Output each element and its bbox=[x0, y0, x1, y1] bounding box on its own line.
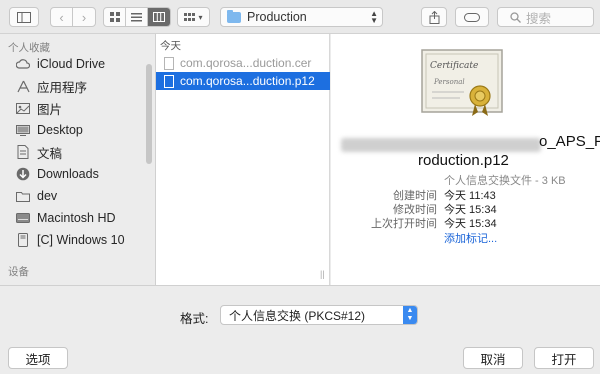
certificate-subtitle-text: Personal bbox=[433, 78, 465, 86]
options-button[interactable]: 选项 bbox=[8, 347, 68, 369]
column-resize-handle[interactable]: || bbox=[320, 269, 325, 279]
downloads-icon bbox=[16, 167, 30, 181]
pictures-icon bbox=[16, 101, 30, 115]
file-name: com.qorosa...duction.p12 bbox=[180, 74, 315, 88]
sidebar-item-dev[interactable]: dev bbox=[0, 185, 155, 207]
sidebar-item-label: iCloud Drive bbox=[37, 57, 106, 71]
desktop-icon bbox=[16, 123, 30, 137]
column-header-today: 今天 bbox=[160, 40, 181, 52]
view-mode-segment bbox=[103, 7, 171, 27]
hard-drive-icon bbox=[16, 211, 30, 225]
redacted-filename bbox=[341, 138, 541, 152]
sidebar-icon bbox=[17, 11, 31, 23]
file-kind: 个人信息交换文件 - 3 KB bbox=[444, 175, 566, 187]
applications-icon bbox=[16, 79, 30, 93]
arrange-icon bbox=[184, 12, 196, 21]
folder-icon bbox=[227, 9, 241, 23]
tags-button[interactable] bbox=[455, 7, 489, 27]
file-column: 今天 com.qorosa...duction.cer com.qorosa..… bbox=[156, 34, 330, 285]
sidebar-item-downloads[interactable]: Downloads bbox=[0, 163, 155, 185]
document-icon bbox=[164, 56, 174, 70]
sidebar-item-pictures[interactable]: 图片 bbox=[0, 97, 155, 119]
certificate-title-text: Certificate bbox=[430, 61, 478, 71]
sidebar-item-label: 图片 bbox=[37, 102, 63, 117]
document-icon bbox=[164, 74, 174, 88]
sidebar-item-label: 文稿 bbox=[37, 146, 63, 161]
sidebar-item-label: [C] Windows 10 bbox=[37, 233, 125, 247]
disk-icon bbox=[16, 233, 30, 247]
format-label: 格式: bbox=[180, 312, 209, 326]
updown-arrows-icon: ▲ ▼ bbox=[370, 9, 378, 25]
columns-icon bbox=[153, 12, 165, 22]
file-name: com.qorosa...duction.cer bbox=[180, 56, 312, 70]
add-tags-link[interactable]: 添加标记... bbox=[444, 230, 497, 246]
tag-icon bbox=[464, 12, 480, 22]
sidebar-toggle-button[interactable] bbox=[9, 7, 39, 27]
grid-icon bbox=[109, 12, 120, 22]
documents-icon bbox=[16, 145, 30, 159]
sidebar-item-macintosh-hd[interactable]: Macintosh HD bbox=[0, 207, 155, 229]
list-icon bbox=[131, 12, 142, 21]
certificate-icon: Certificate Personal bbox=[421, 49, 503, 116]
sidebar: 个人收藏 iCloud Drive 应用程序 图片 Desktop 文稿 Dow… bbox=[0, 34, 156, 285]
format-area: 格式: 个人信息交换 (PKCS#12) ▲ ▼ bbox=[0, 285, 600, 342]
sidebar-scrollbar[interactable] bbox=[146, 64, 152, 164]
path-folder-label: Production bbox=[247, 10, 307, 24]
list-view-button[interactable] bbox=[126, 8, 148, 26]
preview-pane: Certificate Personal o_APS_P roduction.p… bbox=[331, 34, 600, 285]
sidebar-item-icloud[interactable]: iCloud Drive bbox=[0, 53, 155, 75]
last-opened-label: 上次打开时间 bbox=[371, 218, 437, 230]
sidebar-item-label: Macintosh HD bbox=[37, 211, 116, 225]
chevron-right-icon: › bbox=[81, 9, 87, 25]
share-button[interactable] bbox=[421, 7, 447, 27]
toolbar: ‹ › ▾ Production ▲ ▼ 搜索 bbox=[0, 0, 600, 34]
file-row-selected[interactable]: com.qorosa...duction.p12 bbox=[156, 72, 330, 90]
last-opened-value: 今天 15:34 bbox=[444, 218, 497, 230]
format-selected-value: 个人信息交换 (PKCS#12) bbox=[229, 308, 366, 323]
chevron-down-icon: ▾ bbox=[198, 12, 203, 22]
forward-button[interactable]: › bbox=[73, 8, 95, 26]
sidebar-item-label: dev bbox=[37, 189, 58, 203]
chevron-left-icon: ‹ bbox=[59, 9, 64, 25]
cloud-icon bbox=[16, 57, 30, 71]
arrange-button[interactable]: ▾ bbox=[177, 7, 210, 27]
search-field[interactable]: 搜索 bbox=[497, 7, 594, 27]
search-placeholder: 搜索 bbox=[526, 11, 552, 26]
devices-header: 设备 bbox=[8, 266, 29, 278]
sidebar-item-documents[interactable]: 文稿 bbox=[0, 141, 155, 163]
format-popup[interactable]: 个人信息交换 (PKCS#12) ▲ ▼ bbox=[220, 305, 418, 325]
preview-name-line2: roduction.p12 bbox=[418, 152, 509, 169]
nav-buttons: ‹ › bbox=[50, 7, 96, 27]
sidebar-item-applications[interactable]: 应用程序 bbox=[0, 75, 155, 97]
updown-arrows-icon: ▲ ▼ bbox=[403, 306, 417, 324]
path-popup[interactable]: Production ▲ ▼ bbox=[220, 7, 383, 27]
open-button[interactable]: 打开 bbox=[534, 347, 594, 369]
share-icon bbox=[429, 10, 439, 24]
sidebar-item-label: 应用程序 bbox=[37, 80, 88, 95]
file-row[interactable]: com.qorosa...duction.cer bbox=[156, 54, 330, 72]
preview-name-line1: o_APS_P bbox=[539, 133, 600, 150]
sidebar-item-windows[interactable]: [C] Windows 10 bbox=[0, 229, 155, 251]
column-view-button[interactable] bbox=[148, 8, 170, 26]
sidebar-item-label: Downloads bbox=[37, 167, 99, 181]
icon-view-button[interactable] bbox=[104, 8, 126, 26]
sidebar-item-label: Desktop bbox=[37, 123, 83, 137]
cancel-button[interactable]: 取消 bbox=[463, 347, 523, 369]
button-bar: 选项 取消 打开 bbox=[0, 342, 600, 374]
search-icon bbox=[510, 11, 521, 23]
sidebar-item-desktop[interactable]: Desktop bbox=[0, 119, 155, 141]
folder-icon bbox=[16, 189, 30, 203]
back-button[interactable]: ‹ bbox=[51, 8, 73, 26]
